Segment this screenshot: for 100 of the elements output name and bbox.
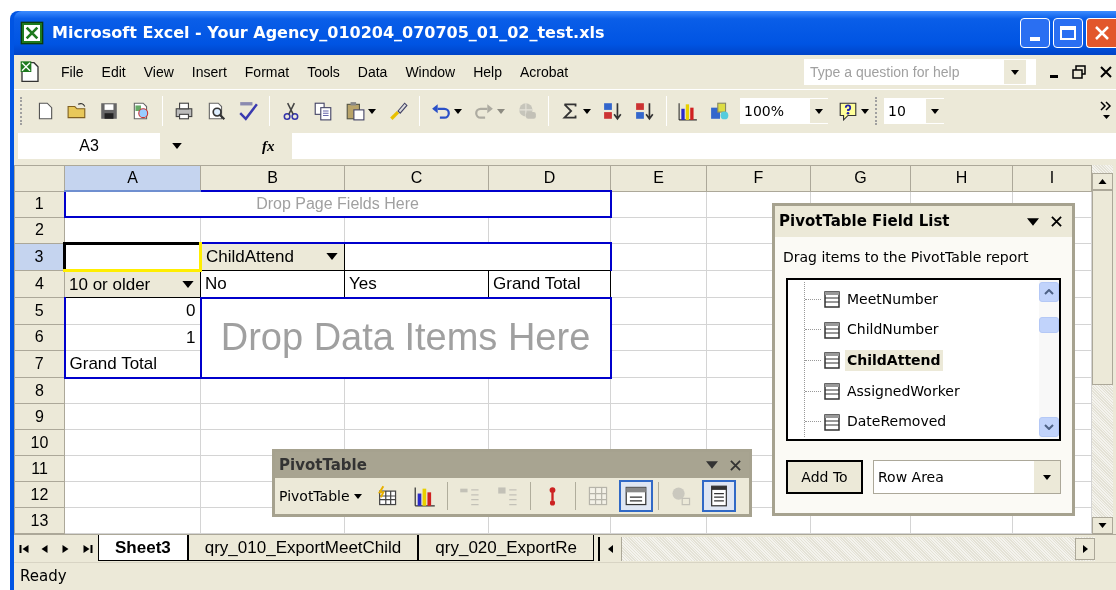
field-item[interactable]: DateRemoved <box>845 411 949 433</box>
window-dropdown-button[interactable] <box>618 480 653 512</box>
field-icon <box>823 320 841 339</box>
row-header[interactable]: 13 <box>14 507 65 534</box>
formula-input-field[interactable] <box>292 133 1116 159</box>
scrollbar-thumb[interactable] <box>1039 317 1059 333</box>
drop-zone: Drop Page Fields Here <box>64 191 611 217</box>
insert-function-button[interactable]: fx <box>262 134 292 158</box>
menu-item[interactable]: Format <box>235 60 299 84</box>
previous-sheet-icon[interactable] <box>40 543 51 554</box>
caret-icon <box>182 280 194 288</box>
column-header[interactable]: G <box>810 165 911 191</box>
menu-item[interactable]: View <box>134 60 183 84</box>
menu-item[interactable]: Edit <box>92 60 135 84</box>
minimize-button[interactable] <box>1020 18 1050 48</box>
row-header[interactable]: 7 <box>14 350 65 378</box>
row-header[interactable]: 6 <box>14 324 65 351</box>
sheet-tab[interactable]: Sheet3 <box>98 534 188 561</box>
globe-icon <box>517 101 537 121</box>
help-bubble-icon <box>838 101 858 121</box>
active-cell[interactable] <box>64 243 201 270</box>
workbook-icon[interactable] <box>18 60 42 84</box>
row-header[interactable]: 3 <box>14 243 65 270</box>
document-lines-button[interactable] <box>701 480 736 512</box>
field-dropdown[interactable]: ChildAttend <box>200 243 345 270</box>
copy-icon <box>313 101 333 121</box>
table-cell: 1 <box>64 324 201 351</box>
menu-item[interactable]: Acrobat <box>511 60 578 84</box>
row-header[interactable]: 1 <box>14 191 65 217</box>
restore-icon[interactable] <box>1072 65 1086 79</box>
caret-icon <box>454 108 462 114</box>
row-header[interactable]: 5 <box>14 297 65 324</box>
row-header[interactable]: 10 <box>14 429 65 456</box>
field-item[interactable]: AssignedWorker <box>845 380 962 402</box>
menu-item[interactable]: File <box>52 60 93 84</box>
scroll-right-button[interactable] <box>1075 537 1095 560</box>
row-header[interactable]: 11 <box>14 455 65 482</box>
area-dropdown[interactable]: Row Area <box>873 460 1061 494</box>
row-header[interactable]: 12 <box>14 481 65 508</box>
close-button[interactable] <box>1086 18 1116 48</box>
overflow-chevron-icon[interactable] <box>1100 100 1112 122</box>
column-header[interactable]: I <box>1012 165 1092 191</box>
open-folder-icon <box>67 101 87 121</box>
field-item[interactable]: ChildAttend <box>845 350 943 371</box>
column-header[interactable]: H <box>910 165 1013 191</box>
field-item[interactable]: MeetNumber <box>845 288 941 310</box>
pivottable-menu[interactable]: PivotTable <box>279 485 368 507</box>
scroll-down-button[interactable] <box>1092 517 1113 534</box>
menu-item[interactable]: Insert <box>182 60 236 84</box>
list-scrollbar[interactable] <box>1039 280 1059 439</box>
menu-item[interactable]: Data <box>348 60 397 84</box>
caret-icon <box>583 108 591 114</box>
help-search-field[interactable]: Type a question for help <box>804 59 1036 85</box>
close-icon <box>1093 25 1110 41</box>
up-arrow-icon <box>1098 179 1107 184</box>
clipboard-icon <box>345 101 365 121</box>
zoom-dropdown[interactable]: 100% <box>740 98 828 124</box>
font-size-dropdown[interactable]: 10 <box>884 98 944 124</box>
menu-caret-icon[interactable] <box>1027 217 1039 226</box>
caret-icon <box>353 493 362 499</box>
column-header[interactable]: D <box>488 165 611 191</box>
add-to-button[interactable]: Add To <box>786 460 863 494</box>
vertical-scrollbar[interactable] <box>1092 165 1113 534</box>
row-header[interactable]: 8 <box>14 377 65 404</box>
scrollbar-thumb[interactable] <box>1092 190 1113 385</box>
column-header[interactable]: E <box>610 165 707 191</box>
field-icon <box>823 412 841 431</box>
menu-item[interactable]: Help <box>464 60 511 84</box>
maximize-button[interactable] <box>1053 18 1083 48</box>
name-box[interactable]: A3 <box>18 133 160 159</box>
sheet-tab[interactable]: qry_020_ExportRe <box>418 534 595 561</box>
field-item[interactable]: ChildNumber <box>845 319 941 341</box>
table-cell: 0 <box>64 297 201 324</box>
column-header[interactable]: A <box>64 165 201 191</box>
row-header[interactable]: 4 <box>14 270 65 298</box>
field-dropdown[interactable]: 10 or older <box>64 270 201 298</box>
row-header[interactable]: 2 <box>14 217 65 243</box>
horizontal-scrollbar[interactable] <box>622 536 1095 561</box>
scissors-icon <box>281 101 301 121</box>
exclamation-icon <box>549 485 557 507</box>
format-report-icon <box>375 485 398 507</box>
zoom-value: 100% <box>743 101 786 121</box>
scroll-up-button[interactable] <box>1092 173 1113 190</box>
row-header[interactable]: 9 <box>14 403 65 430</box>
column-header[interactable]: B <box>200 165 345 191</box>
menu-item[interactable]: Window <box>396 60 465 84</box>
down-arrow-icon <box>1098 523 1107 528</box>
shapes-icon <box>710 101 730 121</box>
close-icon[interactable] <box>1100 66 1112 78</box>
menu-item[interactable]: Tools <box>298 60 349 84</box>
last-sheet-icon[interactable] <box>82 543 93 554</box>
sheet-tab[interactable]: qry_010_ExportMeetChild <box>187 534 419 561</box>
first-sheet-icon[interactable] <box>19 543 30 554</box>
paintbrush-icon <box>388 101 408 121</box>
close-icon[interactable] <box>1051 216 1062 227</box>
table-cell: Grand Total <box>64 350 201 378</box>
caret-icon[interactable] <box>172 143 182 149</box>
caret-icon <box>368 108 376 114</box>
column-header[interactable]: F <box>706 165 811 191</box>
column-header[interactable]: C <box>344 165 489 191</box>
